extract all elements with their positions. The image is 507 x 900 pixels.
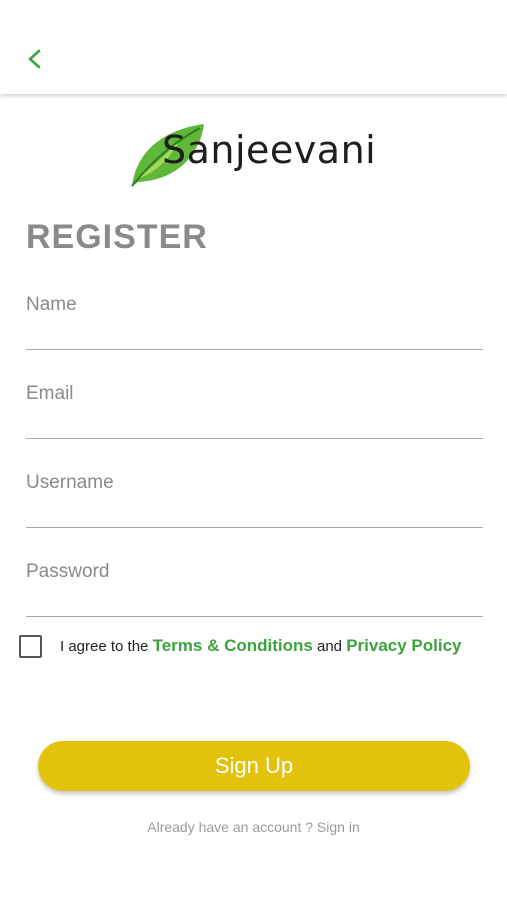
chevron-left-icon	[28, 49, 41, 69]
name-input[interactable]	[26, 285, 483, 349]
top-app-bar	[0, 0, 507, 94]
email-field[interactable]	[26, 374, 483, 439]
password-input[interactable]	[26, 552, 483, 616]
name-field[interactable]	[26, 285, 483, 350]
privacy-link[interactable]: Privacy Policy	[346, 636, 461, 655]
back-button[interactable]	[20, 42, 52, 76]
app-logo: Sanjeevani	[126, 118, 386, 194]
sign-up-button[interactable]: Sign Up	[38, 741, 470, 791]
agree-checkbox[interactable]	[19, 635, 42, 658]
agreement-prefix: I agree to the	[60, 638, 153, 655]
agreement-conjunction: and	[312, 638, 347, 655]
username-input[interactable]	[26, 463, 483, 527]
terms-agreement: I agree to the Terms & Conditions and Pr…	[19, 634, 499, 658]
sign-in-link[interactable]: Already have an account ? Sign in	[0, 819, 507, 835]
terms-link[interactable]: Terms & Conditions	[153, 636, 313, 655]
page-title: REGISTER	[26, 218, 208, 256]
password-field[interactable]	[26, 552, 483, 617]
logo-wordmark: Sanjeevani	[162, 128, 377, 172]
agreement-text: I agree to the Terms & Conditions and Pr…	[60, 636, 462, 656]
email-input[interactable]	[26, 374, 483, 438]
username-field[interactable]	[26, 463, 483, 528]
